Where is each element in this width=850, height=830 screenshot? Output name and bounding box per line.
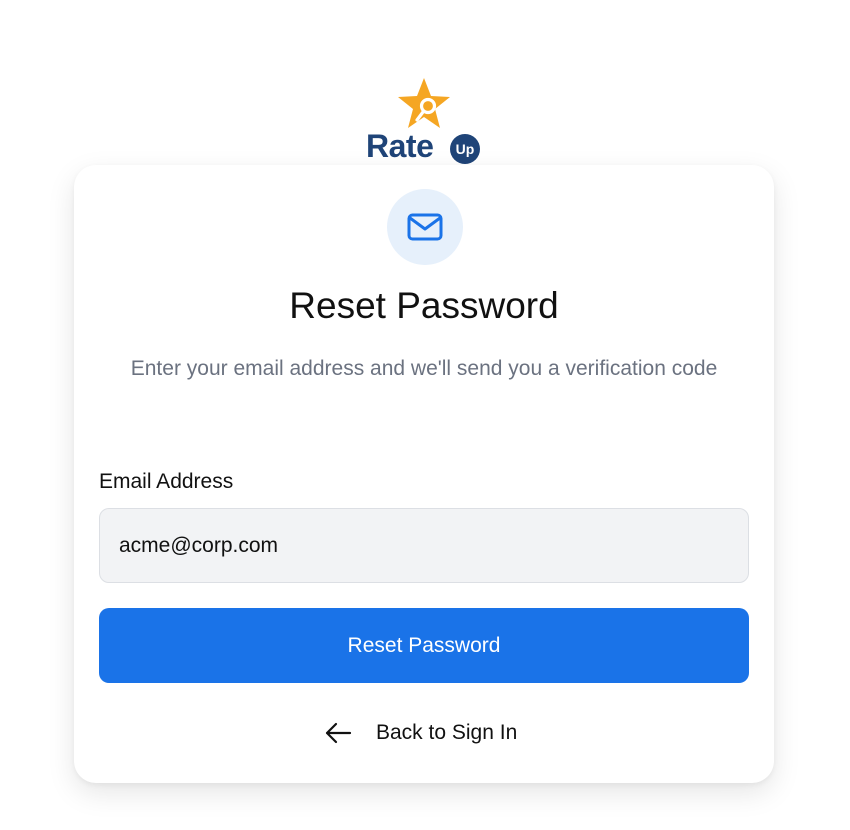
reset-password-button[interactable]: Reset Password xyxy=(99,608,749,683)
reset-password-page: Rate Up Reset Password Enter your email … xyxy=(0,0,850,830)
rateup-logo: Rate Up xyxy=(366,76,482,166)
page-title: Reset Password xyxy=(289,285,559,326)
arrow-left-icon xyxy=(325,722,352,744)
mail-icon-circle xyxy=(387,189,463,265)
page-subtitle: Enter your email address and we'll send … xyxy=(130,357,718,380)
mail-icon xyxy=(407,213,443,241)
star-icon xyxy=(398,78,450,128)
logo-text: Rate xyxy=(366,128,434,164)
logo-badge: Up xyxy=(450,134,480,164)
email-field[interactable] xyxy=(99,508,749,583)
back-to-sign-in-link[interactable]: Back to Sign In xyxy=(324,715,517,751)
email-label: Email Address xyxy=(99,470,234,493)
reset-password-card: Reset Password Enter your email address … xyxy=(74,165,774,783)
back-to-sign-in-label: Back to Sign In xyxy=(376,721,518,744)
